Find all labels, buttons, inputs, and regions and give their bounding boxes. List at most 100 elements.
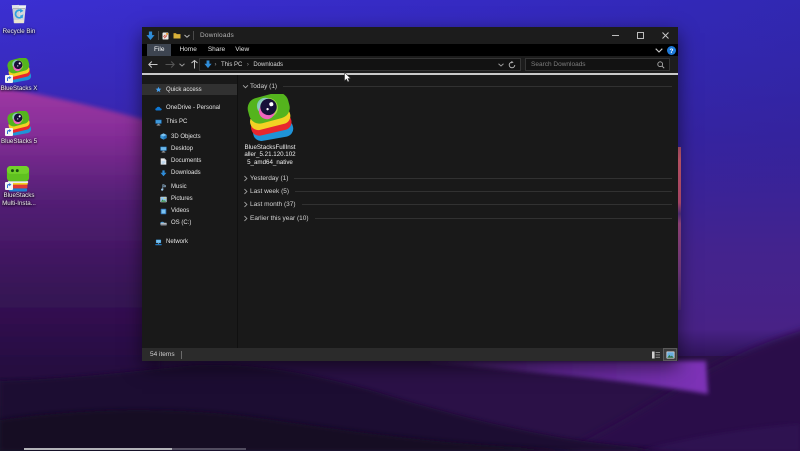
address-bar-controls [498, 60, 519, 69]
qat-customize-chevron-icon[interactable] [184, 34, 190, 38]
file-name: BlueStacksFullInst aller_5.21.120.102 5_… [238, 144, 302, 166]
shortcut-arrow-icon [5, 128, 13, 136]
desktop-icon-bluestacks-x[interactable]: BlueStacks X [0, 58, 38, 93]
large-icons-view-button[interactable] [663, 348, 677, 361]
tab-view[interactable]: View [231, 44, 253, 56]
chevron-right-icon[interactable] [242, 201, 249, 208]
files-pane: Today (1) BlueStacksFullInst aller_5.21.… [238, 75, 678, 348]
desktop-icon-image [5, 165, 32, 192]
maximize-button[interactable] [628, 27, 653, 44]
up-arrow-icon [191, 60, 198, 69]
tab-share[interactable]: Share [204, 44, 229, 56]
sidebar-item-os-c[interactable]: OS (C:) [142, 218, 237, 229]
breadcrumb-downloads[interactable]: Downloads [251, 62, 285, 68]
close-icon [662, 32, 669, 39]
local-disk-icon [159, 221, 167, 225]
3d-objects-icon [159, 133, 167, 140]
tab-file[interactable]: File [147, 44, 172, 56]
search-icon[interactable] [657, 60, 665, 69]
sidebar-item-label: Desktop [171, 146, 194, 152]
recent-locations-button[interactable] [177, 57, 187, 72]
breadcrumb-chevron: › [246, 61, 249, 68]
desktop-icon-bluestacks-5[interactable]: BlueStacks 5 [0, 111, 38, 146]
sidebar-item-pictures[interactable]: Pictures [142, 194, 237, 205]
desktop-icon-recycle-bin[interactable]: Recycle Bin [0, 2, 38, 36]
status-separator [180, 350, 182, 359]
forward-button[interactable] [162, 57, 177, 72]
group-header-label: Last week (5) [250, 188, 290, 195]
chevron-right-icon[interactable] [242, 188, 249, 195]
recycle-bin-icon [11, 4, 27, 24]
desktop-icon-label-line: Multi-Insta... [2, 199, 36, 207]
file-name-line: aller_5.21.120.102 [244, 151, 296, 159]
video-progress-line [24, 448, 172, 450]
group-header-label: Yesterday (1) [250, 174, 289, 182]
forward-arrow-icon [165, 61, 175, 68]
videos-icon [160, 208, 166, 214]
chevron-right-icon[interactable] [242, 215, 249, 222]
group-header-yesterday[interactable]: Yesterday (1) [242, 172, 672, 184]
details-view-button[interactable] [650, 349, 662, 360]
group-header-earlier-this-year[interactable]: Earlier this year (10) [242, 212, 672, 224]
address-dropdown-chevron-icon[interactable] [498, 62, 504, 67]
group-header-last-month[interactable]: Last month (37) [242, 199, 672, 211]
desktop-icon-image [5, 111, 32, 136]
sidebar-item-label: Music [171, 184, 187, 190]
refresh-icon[interactable] [508, 60, 516, 69]
this-pc-icon [154, 119, 162, 125]
desktop-icon [159, 146, 167, 152]
desktop-icon-label-line: BlueStacks [3, 192, 35, 199]
sidebar-item-label: 3D Objects [171, 133, 201, 140]
sidebar-item-onedrive[interactable]: OneDrive - Personal [142, 103, 237, 114]
properties-qat-icon[interactable] [162, 32, 169, 40]
help-icon[interactable]: ? [667, 45, 676, 55]
group-header-label: Last month (37) [250, 201, 296, 209]
chevron-right-icon[interactable] [242, 175, 249, 182]
sidebar-item-label: OneDrive - Personal [166, 105, 221, 111]
address-bar[interactable]: › This PC › Downloads [199, 58, 521, 71]
sidebar-item-label: Documents [171, 158, 202, 164]
sidebar-item-videos[interactable]: Videos [142, 206, 237, 217]
sidebar-item-desktop[interactable]: Desktop [142, 144, 237, 155]
group-header-today[interactable]: Today (1) [242, 80, 672, 92]
breadcrumb-this-pc[interactable]: This PC [219, 62, 244, 68]
mouse-cursor [344, 72, 352, 83]
expand-ribbon-chevron-icon[interactable] [655, 47, 663, 53]
navigation-pane: Quick access OneDrive - Personal This PC [142, 75, 237, 348]
chevron-down-icon [179, 62, 185, 67]
network-icon [154, 239, 162, 245]
minimize-button[interactable] [603, 27, 628, 44]
documents-icon [160, 157, 166, 165]
sidebar-item-quick-access[interactable]: Quick access [142, 84, 237, 95]
close-button[interactable] [653, 27, 678, 44]
new-folder-qat-icon[interactable] [173, 32, 181, 39]
title-bar[interactable]: Downloads [142, 27, 678, 44]
bluestacks-installer-icon [245, 94, 295, 142]
window-title: Downloads [200, 32, 234, 39]
sidebar-item-documents[interactable]: Documents [142, 156, 237, 167]
back-button[interactable] [145, 57, 160, 72]
desktop-icon-bluestacks-multi-instance[interactable]: BlueStacks Multi-Insta... [0, 165, 38, 208]
sidebar-item-this-pc[interactable]: This PC [142, 117, 237, 128]
minimize-icon [612, 35, 619, 36]
ribbon-tab-bar: File Home Share View ? [142, 44, 678, 56]
large-icons-view-icon [666, 351, 674, 358]
tab-home[interactable]: Home [175, 44, 200, 56]
chevron-down-icon[interactable] [242, 83, 249, 90]
sidebar-item-downloads[interactable]: Downloads [142, 168, 237, 179]
maximize-icon [637, 32, 644, 39]
sidebar-item-label: Videos [171, 208, 190, 214]
breadcrumb-chevron: › [214, 61, 217, 68]
sidebar-item-music[interactable]: Music [142, 182, 237, 193]
shortcut-arrow-icon [5, 75, 13, 83]
search-box[interactable]: Search Downloads [525, 58, 670, 71]
file-item-bluestacks-installer[interactable]: BlueStacksFullInst aller_5.21.120.102 5_… [238, 94, 302, 166]
pictures-icon [159, 196, 167, 202]
sidebar-item-label: This PC [166, 119, 188, 125]
group-header-last-week[interactable]: Last week (5) [242, 186, 672, 198]
quick-access-star-icon [155, 86, 161, 93]
sidebar-item-3d-objects[interactable]: 3D Objects [142, 131, 237, 142]
sidebar-item-network[interactable]: Network [142, 237, 237, 248]
desktop-icon-label: BlueStacks X [0, 85, 38, 92]
details-view-icon [652, 351, 660, 358]
